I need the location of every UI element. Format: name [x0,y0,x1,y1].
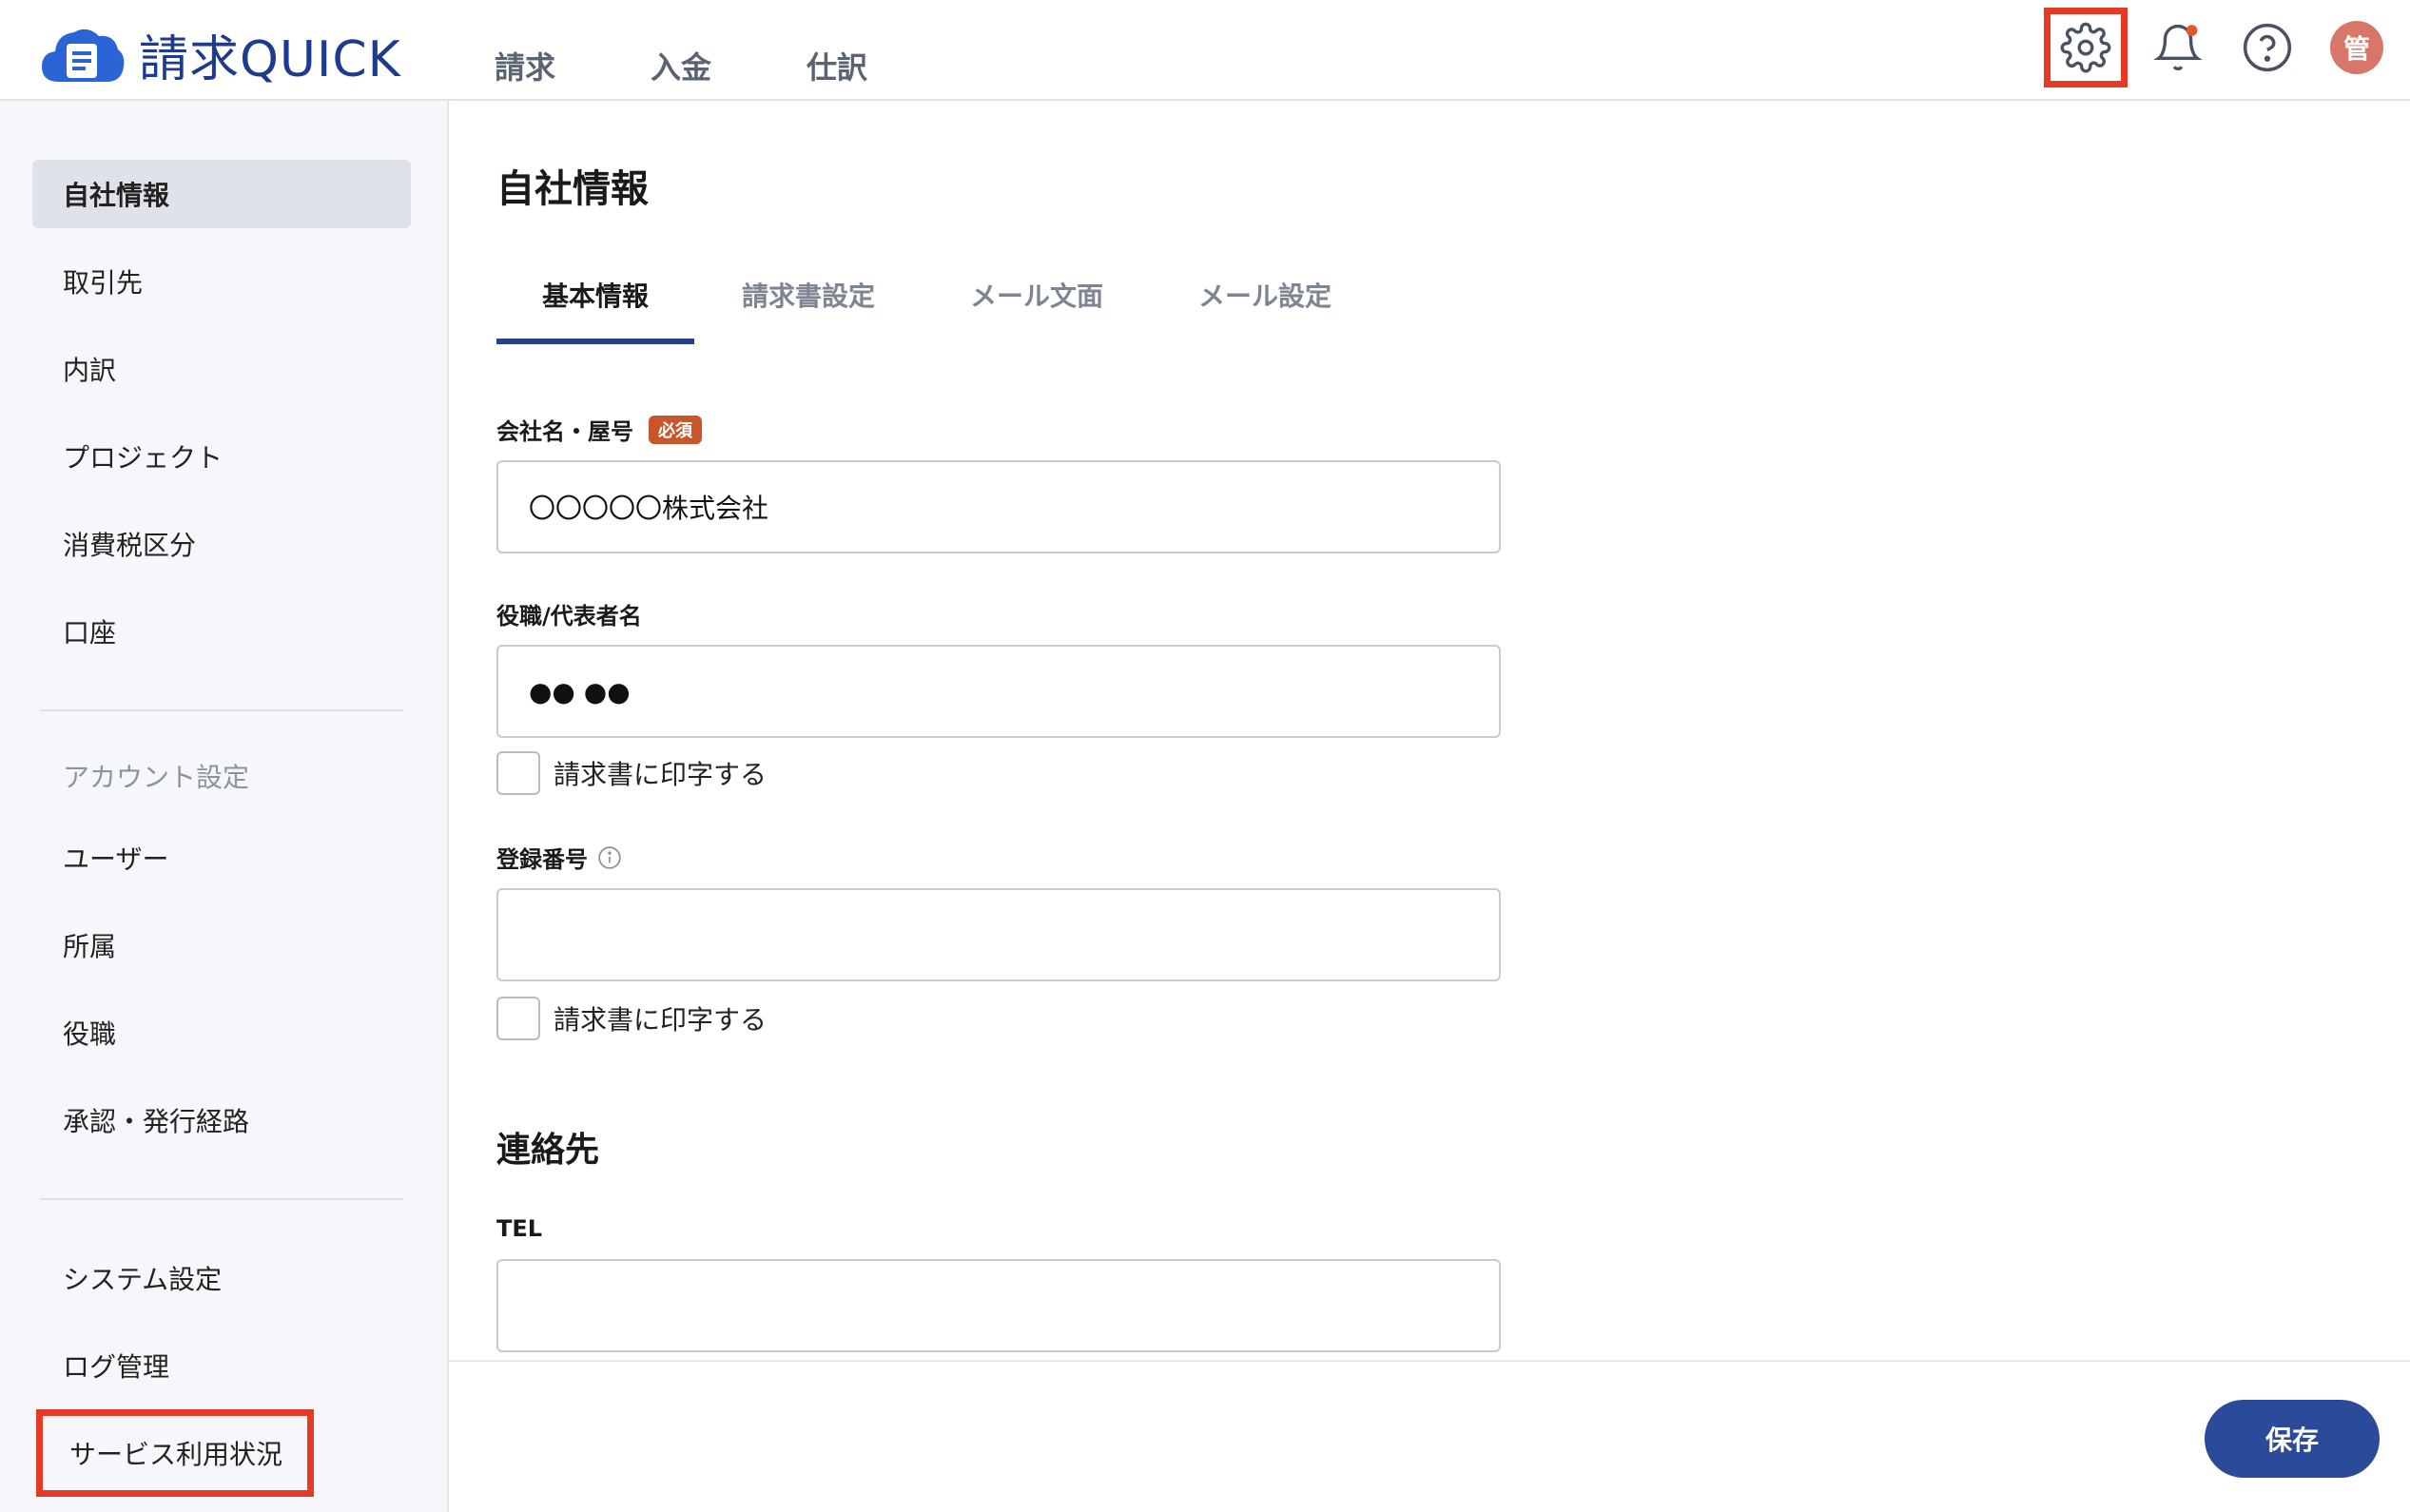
sidebar-item-users[interactable]: ユーザー [32,824,411,892]
nav-journal[interactable]: 仕訳 [807,44,867,87]
gear-icon [2060,22,2111,73]
print-representative-label: 請求書に印字する [554,759,768,790]
print-registration-checkbox[interactable] [496,997,540,1040]
registration-number-label-text: 登録番号 [496,846,588,873]
bell-icon [2153,24,2203,71]
sidebar-item-bank-account[interactable]: 口座 [32,597,411,666]
tel-label: TEL [496,1215,543,1242]
company-name-input[interactable] [496,460,1501,553]
registration-number-label: 登録番号 [496,841,622,874]
sidebar-item-breakdown[interactable]: 内訳 [32,335,411,403]
sidebar-item-positions[interactable]: 役職 [32,998,411,1067]
settings-button[interactable] [2044,8,2128,87]
sidebar-heading-account: アカウント設定 [63,762,250,793]
registration-number-input[interactable] [496,888,1501,981]
sidebar-item-system-settings[interactable]: システム設定 [32,1244,411,1312]
tab-invoice-settings[interactable]: 請求書設定 [694,276,923,344]
required-badge: 必須 [649,415,702,444]
nav-payment[interactable]: 入金 [651,44,711,87]
representative-label: 役職/代表者名 [496,603,642,630]
top-nav: 請求 入金 仕訳 [495,44,962,87]
tel-input[interactable] [496,1259,1501,1352]
representative-input[interactable] [496,645,1501,738]
sidebar-item-company-info[interactable]: 自社情報 [32,160,411,228]
sidebar-divider [40,709,403,711]
sidebar-item-service-usage[interactable]: サービス利用状況 [36,1409,314,1497]
nav-invoice[interactable]: 請求 [495,44,555,87]
contact-section-title: 連絡先 [496,1131,600,1170]
info-icon[interactable] [597,845,622,870]
notifications-button[interactable] [2136,8,2220,87]
sidebar-item-departments[interactable]: 所属 [32,911,411,979]
tab-mail-settings[interactable]: メール設定 [1151,276,1379,344]
page-title: 自社情報 [496,167,649,211]
company-name-label-text: 会社名・屋号 [496,418,633,445]
sidebar-item-tax-category[interactable]: 消費税区分 [32,510,411,578]
print-registration-checkbox-row[interactable]: 請求書に印字する [496,997,767,1040]
app-name: 請求QUICK [139,30,401,88]
app-logo[interactable]: 請求QUICK [38,21,401,88]
sidebar: 自社情報 取引先 内訳 プロジェクト 消費税区分 口座 アカウント設定 ユーザー… [0,101,449,1512]
company-name-label: 会社名・屋号 必須 [496,413,702,446]
avatar[interactable]: 管 [2330,21,2383,74]
save-button[interactable]: 保存 [2205,1400,2380,1478]
print-representative-checkbox-row[interactable]: 請求書に印字する [496,751,767,795]
sidebar-item-projects[interactable]: プロジェクト [32,422,411,491]
sidebar-divider [40,1198,403,1200]
settings-tabs: 基本情報 請求書設定 メール文面 メール設定 [496,276,1379,344]
print-registration-label: 請求書に印字する [554,1004,768,1036]
help-icon [2243,23,2292,72]
app-header: 請求QUICK 請求 入金 仕訳 管 [0,0,2410,101]
tab-mail-text[interactable]: メール文面 [923,276,1151,344]
cloud-document-logo-icon [42,29,125,82]
notification-dot [2186,25,2198,36]
tab-basic-info[interactable]: 基本情報 [496,276,695,344]
sidebar-item-approval-route[interactable]: 承認・発行経路 [32,1086,411,1154]
sidebar-item-log-management[interactable]: ログ管理 [32,1331,411,1400]
help-button[interactable] [2225,8,2309,87]
footer-bar: 保存 [449,1360,2410,1512]
print-representative-checkbox[interactable] [496,751,540,795]
sidebar-item-clients[interactable]: 取引先 [32,247,411,316]
main-content: 自社情報 基本情報 請求書設定 メール文面 メール設定 会社名・屋号 必須 役職… [449,101,2410,1512]
